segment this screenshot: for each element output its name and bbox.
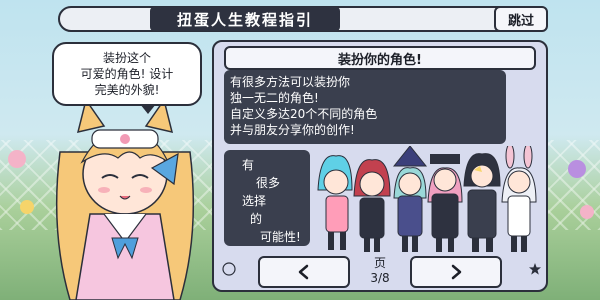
pagination-row: 页 3/8 bbox=[212, 252, 548, 292]
description-line: 并与朋友分享你的创作! bbox=[230, 123, 355, 137]
possibility-line: 很多 bbox=[256, 176, 281, 190]
star-decoration-icon bbox=[529, 263, 541, 275]
speech-bubble-tail bbox=[140, 104, 156, 114]
possibilities-box: 有 很多 选择 的 可能性! bbox=[224, 150, 310, 246]
description-line: 有很多方法可以装扮你 bbox=[230, 75, 351, 89]
panel-title: 装扮你的角色! bbox=[224, 46, 536, 70]
page-indicator: 页 3/8 bbox=[352, 256, 408, 288]
character-lineup bbox=[317, 146, 537, 252]
speech-line: 可爱的角色! 设计 bbox=[80, 67, 174, 81]
previous-page-button[interactable] bbox=[258, 256, 350, 288]
description-line: 独一无二的角色! bbox=[230, 91, 319, 105]
background-flower bbox=[8, 150, 26, 168]
possibility-line: 可能性! bbox=[260, 230, 301, 244]
star-decoration-icon bbox=[222, 262, 236, 276]
character-3 bbox=[392, 146, 428, 252]
page-number: 3/8 bbox=[370, 271, 390, 285]
page-word: 页 bbox=[373, 256, 386, 270]
background-flower bbox=[20, 200, 34, 214]
guide-speech-bubble: 装扮这个 可爱的角色! 设计 完美的外貌! bbox=[52, 42, 202, 106]
character-6 bbox=[501, 146, 537, 252]
speech-line: 完美的外貌! bbox=[94, 83, 160, 97]
chevron-right-icon bbox=[451, 264, 462, 280]
tutorial-title: 扭蛋人生教程指引 bbox=[150, 7, 340, 31]
background-flower bbox=[568, 160, 586, 178]
character-1 bbox=[317, 155, 353, 250]
possibility-line: 有 bbox=[242, 158, 255, 172]
skip-button[interactable]: 跳过 bbox=[494, 6, 548, 32]
possibility-line: 的 bbox=[250, 212, 263, 226]
character-4 bbox=[427, 154, 463, 252]
next-page-button[interactable] bbox=[410, 256, 502, 288]
speech-line: 装扮这个 bbox=[102, 51, 151, 65]
character-5 bbox=[463, 153, 501, 252]
chevron-left-icon bbox=[298, 264, 309, 280]
character-2 bbox=[353, 159, 391, 252]
guide-character bbox=[55, 98, 195, 300]
possibility-line: 选择 bbox=[242, 194, 267, 208]
background-flower bbox=[580, 205, 594, 219]
description-line: 自定义多达20个不同的角色 bbox=[230, 107, 378, 121]
description-box: 有很多方法可以装扮你 独一无二的角色! 自定义多达20个不同的角色 并与朋友分享… bbox=[224, 70, 506, 144]
